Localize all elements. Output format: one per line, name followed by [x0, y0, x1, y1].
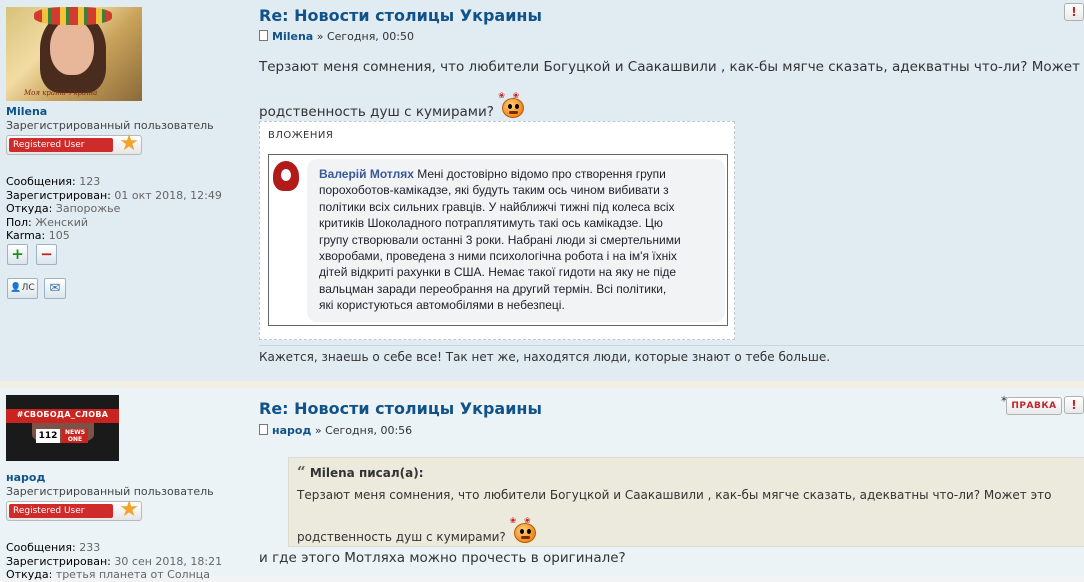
edit-button[interactable]: ПРАВКА [1006, 397, 1062, 415]
quote-header: “ Milena писал(а): [297, 463, 424, 481]
user-rank: Зарегистрированный пользователь [6, 119, 214, 132]
plus-icon: + [11, 245, 24, 263]
email-button[interactable]: ✉ [44, 278, 66, 299]
attachment-image[interactable]: Валерій Мотлях Мені достовірно відомо пр… [268, 154, 728, 326]
post-time: Сегодня, 00:50 [326, 30, 415, 43]
avatar[interactable]: Моя країна Україна [6, 7, 142, 101]
username[interactable]: Milena [6, 105, 47, 118]
post-time: Сегодня, 00:56 [325, 424, 413, 437]
envelope-icon: ✉ [49, 281, 61, 296]
signature-divider [259, 345, 1084, 346]
minus-icon: − [40, 245, 53, 263]
report-button[interactable]: ! [1064, 396, 1084, 414]
karma-plus-button[interactable]: + [7, 244, 28, 265]
signature: Кажется, знаешь о себе все! Так нет же, … [259, 350, 831, 364]
post-author-line: народ » Сегодня, 00:56 [259, 424, 412, 437]
fb-post: Валерій Мотлях Мені достовірно відомо пр… [307, 159, 725, 322]
username[interactable]: народ [6, 471, 45, 484]
quote-mark-icon: “ [297, 463, 306, 481]
warning-icon: ! [1071, 5, 1077, 19]
fb-avatar [273, 161, 299, 191]
rank-badge: Registered User ★ [6, 131, 142, 156]
document-icon [259, 30, 268, 41]
smiley-icon: ❀ ❀ [510, 517, 538, 543]
avatar[interactable]: #СВОБОДА_СЛОВА 112 NEWS ONE [6, 395, 119, 461]
post-title[interactable]: Re: Новости столицы Украины [259, 6, 542, 25]
fb-author: Валерій Мотлях [319, 167, 414, 181]
post-1: Моя країна Україна Milena Зарегистрирова… [0, 0, 1084, 381]
user-stats: Сообщения: 123 Зарегистрирован: 01 окт 2… [6, 175, 222, 242]
post-body-line2: родственность душ с кумирами? ❀ ❀ [259, 92, 526, 123]
attachment-label: ВЛОЖЕНИЯ [268, 130, 334, 141]
star-icon: ★ [119, 131, 139, 156]
avatar-caption: Моя країна Україна [24, 89, 98, 97]
smiley-icon: ❀ ❀ [498, 92, 526, 118]
rank-badge-label: Registered User [9, 504, 113, 518]
post-body-line1: Терзают меня сомнения, что любители Богу… [259, 59, 1084, 75]
post-author[interactable]: народ [272, 424, 311, 437]
star-icon: ★ [119, 497, 139, 522]
pm-button[interactable]: 👤ЛС [7, 278, 38, 299]
rank-badge-label: Registered User [9, 138, 113, 152]
user-stats: Сообщения: 233 Зарегистрирован: 30 сен 2… [6, 541, 223, 581]
avatar-logo-112: 112 [36, 429, 60, 443]
warning-icon: ! [1071, 398, 1077, 412]
quote-block: “ Milena писал(а): Терзают меня сомнения… [288, 457, 1084, 547]
user-rank: Зарегистрированный пользователь [6, 485, 214, 498]
post-author-line: Milena » Сегодня, 00:50 [259, 30, 414, 43]
post-2: #СВОБОДА_СЛОВА 112 NEWS ONE народ Зареги… [0, 388, 1084, 581]
avatar-logo-newsone: NEWS ONE [62, 429, 88, 443]
post-separator [0, 381, 1084, 388]
user-pm-icon: 👤 [10, 283, 22, 293]
report-button[interactable]: ! [1064, 3, 1084, 21]
post-title[interactable]: Re: Новости столицы Украины [259, 399, 542, 418]
karma-minus-button[interactable]: − [36, 244, 57, 265]
post-author[interactable]: Milena [272, 30, 313, 43]
quote-line1: Терзают меня сомнения, что любители Богу… [297, 488, 1052, 502]
post-body: и где этого Мотляха можно прочесть в ори… [259, 550, 626, 566]
quote-line2: родственность душ с кумирами? ❀ ❀ [297, 517, 538, 547]
edit-icon: ПРАВКА [1011, 401, 1057, 411]
document-icon [259, 424, 268, 435]
rank-badge: Registered User ★ [6, 497, 142, 522]
avatar-tape-text: #СВОБОДА_СЛОВА [16, 410, 109, 419]
attachment-box: ВЛОЖЕНИЯ Валерій Мотлях Мені достовірно … [259, 121, 735, 340]
